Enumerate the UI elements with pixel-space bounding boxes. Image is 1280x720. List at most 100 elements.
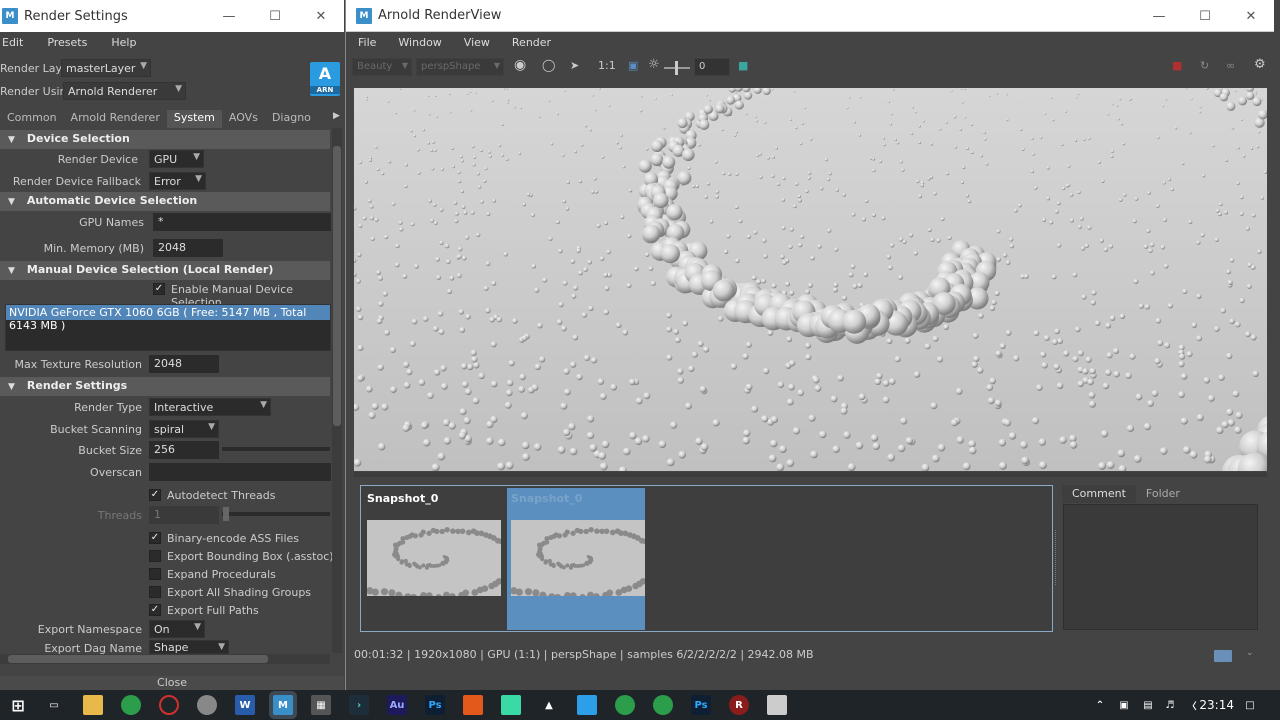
chrome-icon[interactable]: [121, 695, 141, 715]
settings-gear-icon[interactable]: ⚙: [1254, 57, 1266, 72]
snapshot-item-selected[interactable]: Snapshot_0: [507, 488, 645, 630]
exposure-icon[interactable]: ☼: [648, 57, 660, 72]
max-texture-input[interactable]: 2048: [149, 355, 219, 373]
render-device-dropdown[interactable]: GPU ▼: [149, 150, 204, 168]
auto-device-header[interactable]: ▼ Automatic Device Selection: [0, 192, 330, 211]
app-icon[interactable]: [501, 695, 521, 715]
viewport-splitter[interactable]: [354, 472, 1267, 477]
menu-render[interactable]: Render: [512, 36, 551, 49]
cpu-gpu-icon[interactable]: ■: [738, 59, 748, 72]
tab-aovs[interactable]: AOVs: [222, 110, 265, 128]
tray-icon[interactable]: ▣: [1114, 695, 1134, 715]
app-icon[interactable]: [197, 695, 217, 715]
app-icon[interactable]: R: [729, 695, 749, 715]
manual-device-header[interactable]: ▼ Manual Device Selection (Local Render): [0, 261, 330, 280]
exposure-input[interactable]: 0: [694, 58, 730, 76]
menu-window[interactable]: Window: [398, 36, 441, 49]
exposure-slider-handle[interactable]: [675, 61, 678, 75]
export-namespace-dropdown[interactable]: On ▼: [149, 620, 205, 638]
menu-edit[interactable]: Edit: [2, 36, 23, 54]
export-shading-groups-checkbox[interactable]: [149, 586, 161, 598]
hdr-icon[interactable]: ◯: [542, 58, 555, 72]
maximize-button[interactable]: ☐: [252, 0, 298, 32]
close-window-button[interactable]: ✕: [1228, 0, 1274, 32]
render-device-fallback-dropdown[interactable]: Error ▼: [149, 172, 206, 190]
menu-view[interactable]: View: [464, 36, 490, 49]
windows-start-icon[interactable]: ⊞: [8, 695, 28, 715]
tab-common[interactable]: Common: [0, 110, 64, 128]
tab-scroll-right-icon[interactable]: ▶: [333, 111, 340, 121]
calculator-icon[interactable]: ▦: [311, 695, 331, 715]
bucket-size-input[interactable]: 256: [149, 441, 219, 459]
file-explorer-icon[interactable]: [83, 695, 103, 715]
task-view-icon[interactable]: ▭: [44, 695, 64, 715]
chrome-icon[interactable]: [615, 695, 635, 715]
threads-slider-handle[interactable]: [223, 507, 229, 521]
bucket-scanning-dropdown[interactable]: spiral ▼: [149, 420, 219, 438]
comment-textarea[interactable]: [1063, 504, 1258, 630]
unity-icon[interactable]: ▲: [539, 695, 559, 715]
aov-dropdown[interactable]: Beauty ▼: [352, 58, 412, 76]
tab-arnold-renderer[interactable]: Arnold Renderer: [64, 110, 167, 128]
tray-chevron-icon[interactable]: ⌃: [1090, 695, 1110, 715]
close-window-button[interactable]: ✕: [298, 0, 344, 32]
tab-diagnostics[interactable]: Diagno: [265, 110, 318, 128]
enable-manual-checkbox[interactable]: ✓: [153, 283, 165, 295]
notifications-icon[interactable]: □: [1240, 695, 1260, 715]
menu-presets[interactable]: Presets: [47, 36, 87, 54]
minimize-button[interactable]: —: [206, 0, 252, 32]
overscan-input[interactable]: [149, 463, 331, 481]
horizontal-scrollbar[interactable]: [0, 654, 330, 664]
maya-taskbar-icon[interactable]: M: [273, 695, 293, 715]
threads-slider[interactable]: [222, 512, 330, 516]
render-layer-dropdown[interactable]: masterLayer ▼: [61, 59, 151, 77]
chrome-icon[interactable]: [653, 695, 673, 715]
render-viewport[interactable]: [354, 88, 1267, 471]
panel-splitter[interactable]: [1055, 530, 1057, 585]
chevron-down-icon[interactable]: ⌄: [1246, 648, 1254, 658]
refresh-region-icon[interactable]: ◉: [514, 57, 526, 73]
isolate-icon[interactable]: ➤: [570, 59, 579, 72]
word-icon[interactable]: W: [235, 695, 255, 715]
tab-folder[interactable]: Folder: [1136, 485, 1190, 503]
terminal-icon[interactable]: ›: [349, 695, 369, 715]
gpu-names-input[interactable]: *: [153, 213, 331, 231]
autodetect-threads-checkbox[interactable]: ✓: [149, 489, 161, 501]
photoshop-icon[interactable]: Ps: [691, 695, 711, 715]
gpu-list-item[interactable]: NVIDIA GeForce GTX 1060 6GB ( Free: 5147…: [6, 305, 330, 332]
volume-icon[interactable]: ♬: [1160, 695, 1180, 715]
tab-comment[interactable]: Comment: [1062, 485, 1136, 503]
refresh-render-icon[interactable]: ↻: [1200, 59, 1209, 72]
export-full-paths-checkbox[interactable]: ✓: [149, 604, 161, 616]
render-using-dropdown[interactable]: Arnold Renderer ▼: [63, 82, 186, 100]
binary-encode-checkbox[interactable]: ✓: [149, 532, 161, 544]
eye-icon[interactable]: [1214, 650, 1232, 662]
scrollbar-thumb[interactable]: [8, 655, 268, 663]
maximize-button[interactable]: ☐: [1182, 0, 1228, 32]
photoshop-icon[interactable]: Ps: [425, 695, 445, 715]
min-memory-input[interactable]: 2048: [153, 239, 223, 257]
audition-icon[interactable]: Au: [387, 695, 407, 715]
export-bbox-checkbox[interactable]: [149, 550, 161, 562]
menu-help[interactable]: Help: [111, 36, 136, 54]
export-dag-dropdown[interactable]: Shape ▼: [149, 640, 229, 654]
crop-region-icon[interactable]: ▣: [628, 59, 638, 72]
camera-dropdown[interactable]: perspShape ▼: [416, 58, 504, 76]
ipr-icon[interactable]: ∞: [1226, 59, 1235, 72]
minimize-button[interactable]: —: [1136, 0, 1182, 32]
snapshot-item[interactable]: Snapshot_0: [363, 488, 501, 630]
brave-icon[interactable]: [463, 695, 483, 715]
close-button[interactable]: Close: [0, 676, 344, 690]
stop-render-icon[interactable]: ■: [1172, 59, 1182, 72]
opera-icon[interactable]: [159, 695, 179, 715]
menu-file[interactable]: File: [358, 36, 376, 49]
ratio-button[interactable]: 1:1: [598, 59, 616, 72]
network-icon[interactable]: ▤: [1138, 695, 1158, 715]
threads-input[interactable]: 1: [149, 506, 219, 524]
app-icon[interactable]: [767, 695, 787, 715]
scrollbar-thumb[interactable]: [333, 146, 341, 426]
tab-system[interactable]: System: [166, 110, 222, 128]
device-selection-header[interactable]: ▼ Device Selection: [0, 130, 330, 149]
render-settings-header[interactable]: ▼ Render Settings: [0, 377, 330, 396]
bucket-size-slider[interactable]: [222, 447, 330, 451]
